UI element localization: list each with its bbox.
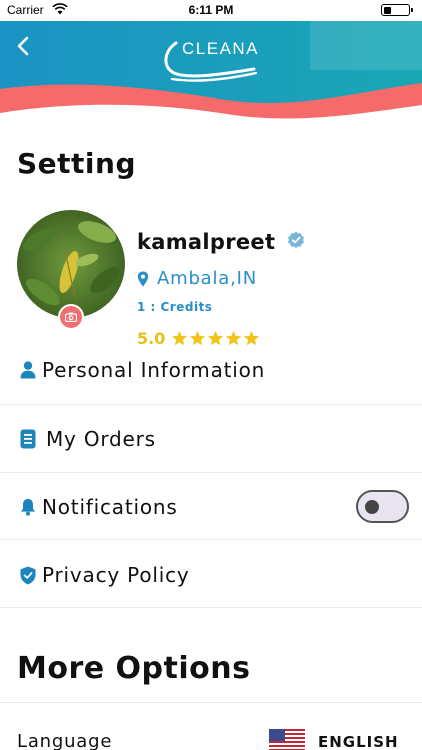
divider xyxy=(0,472,422,473)
location-pin-icon xyxy=(137,271,149,286)
star-icon xyxy=(244,330,260,346)
menu-label-privacy-policy: Privacy Policy xyxy=(42,563,190,587)
menu-personal-information[interactable]: Personal Information xyxy=(0,356,422,384)
header-overlay xyxy=(310,21,422,70)
camera-icon xyxy=(65,312,77,322)
menu-label-personal-information: Personal Information xyxy=(42,358,266,382)
status-time: 6:11 PM xyxy=(188,3,234,17)
menu-privacy-policy[interactable]: Privacy Policy xyxy=(0,561,422,589)
divider xyxy=(0,404,422,405)
battery-icon xyxy=(381,4,413,16)
divider xyxy=(0,702,422,703)
logo-text: CLEANA xyxy=(182,39,260,58)
bell-icon xyxy=(16,498,40,516)
divider xyxy=(0,539,422,540)
location-row: Ambala,IN xyxy=(137,268,257,289)
rating-row: 5.0 xyxy=(137,329,261,348)
shield-check-icon xyxy=(16,566,40,585)
more-options-title: More Options xyxy=(17,651,251,686)
menu-my-orders[interactable]: My Orders xyxy=(0,425,422,453)
avatar[interactable] xyxy=(17,210,125,318)
menu-label-notifications: Notifications xyxy=(42,495,178,519)
rating-value: 5.0 xyxy=(137,329,166,348)
chevron-left-icon xyxy=(17,36,29,56)
divider xyxy=(0,607,422,608)
menu-label-my-orders: My Orders xyxy=(46,427,156,451)
star-icon xyxy=(226,330,242,346)
rating-stars xyxy=(171,330,261,347)
star-icon xyxy=(208,330,224,346)
language-value[interactable]: ENGLISH xyxy=(318,733,399,750)
orders-icon xyxy=(16,429,40,449)
us-flag-icon xyxy=(269,729,305,750)
change-photo-button[interactable] xyxy=(58,304,84,330)
app-header: CLEANA xyxy=(0,21,422,121)
star-icon xyxy=(172,330,188,346)
menu-notifications[interactable]: Notifications xyxy=(0,493,340,521)
back-button[interactable] xyxy=(8,31,38,61)
cleana-logo: CLEANA xyxy=(158,35,268,87)
toggle-knob xyxy=(365,500,379,514)
user-icon xyxy=(16,361,40,379)
notifications-toggle[interactable] xyxy=(356,490,409,523)
page-title: Setting xyxy=(17,147,136,180)
location-text: Ambala,IN xyxy=(157,268,258,289)
credits-text: 1 : Credits xyxy=(137,300,213,314)
star-icon xyxy=(190,330,206,346)
language-label[interactable]: Language xyxy=(17,731,112,750)
status-bar: Carrier 6:11 PM xyxy=(0,0,422,21)
user-name: kamalpreet xyxy=(137,230,276,254)
verified-badge-icon xyxy=(288,231,304,248)
